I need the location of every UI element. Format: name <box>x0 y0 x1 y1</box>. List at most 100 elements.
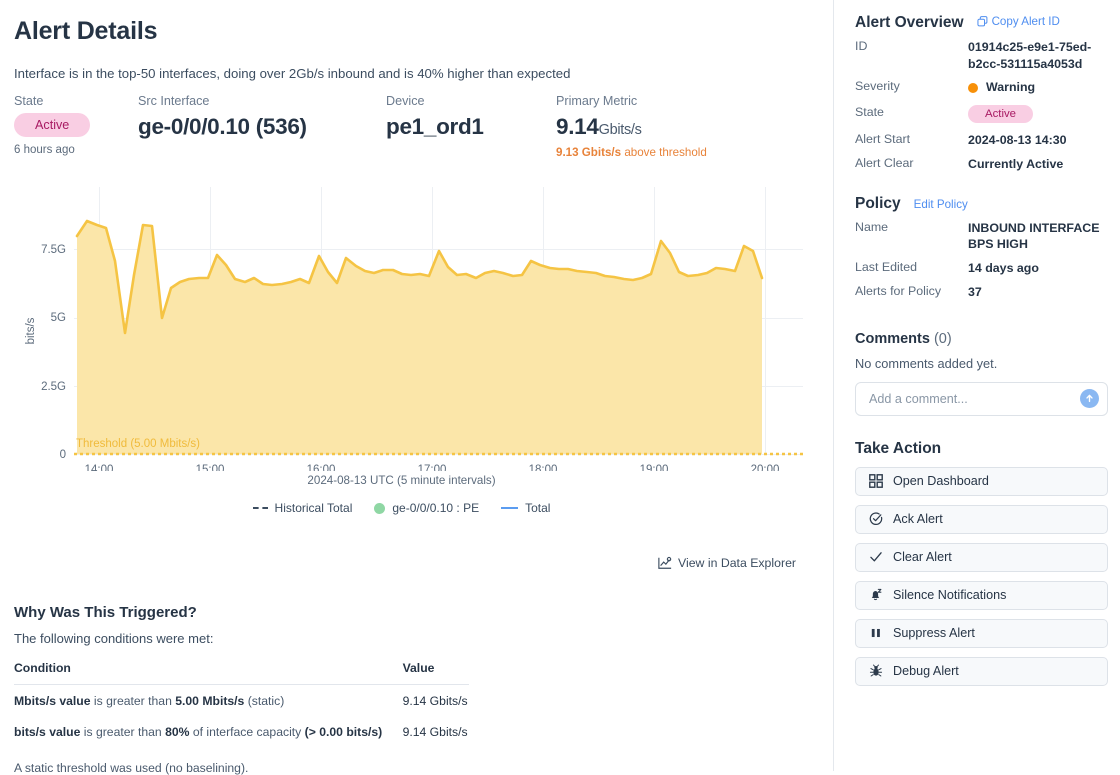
comment-input-wrapper[interactable] <box>855 382 1108 416</box>
kpi-src-interface-label: Src Interface <box>138 94 386 108</box>
ack-alert-button[interactable]: Ack Alert <box>855 505 1108 534</box>
why-triggered-heading: Why Was This Triggered? <box>14 604 804 621</box>
policy-header: Policy Edit Policy <box>855 195 1108 213</box>
kpi-row: State Active 6 hours ago Src Interface g… <box>14 94 819 159</box>
view-in-data-explorer-label: View in Data Explorer <box>678 556 796 570</box>
chart-explorer-icon <box>658 556 672 570</box>
row-key: Severity <box>855 79 968 93</box>
condition-value: 9.14 Gbits/s <box>389 685 469 717</box>
chart-threshold-label: Threshold (5.00 Mbits/s) <box>76 438 200 450</box>
button-label: Open Dashboard <box>893 474 989 488</box>
check-circle-icon <box>869 512 883 526</box>
kpi-primary-metric: Primary Metric 9.14Gbits/s 9.13 Gbits/s … <box>556 94 816 159</box>
spacer <box>855 301 1108 331</box>
primary-metric-number: 9.14 <box>556 114 599 139</box>
kpi-src-interface-value: ge-0/0/0.10 (536) <box>138 113 386 141</box>
row-value: 01914c25-e9e1-75ed-b2cc-531115a4053d <box>968 39 1108 72</box>
condition-cell: Mbits/s value is greater than 5.00 Mbits… <box>14 685 389 717</box>
comments-count: (0) <box>934 331 952 347</box>
conditions-table: Condition Value Mbits/s value is greater… <box>14 661 469 747</box>
legend-item-historical-total[interactable]: Historical Total <box>253 501 353 515</box>
legend-label: ge-0/0/0.10 : PE <box>392 501 479 515</box>
table-header-row: Condition Value <box>14 661 469 685</box>
chart-y-tick-labels: 7.5G 5G 2.5G 0 <box>41 244 66 461</box>
policy-row-alerts-count: Alerts for Policy 37 <box>855 284 1108 301</box>
condition-mid: is greater than <box>91 694 176 708</box>
button-label: Silence Notifications <box>893 588 1006 602</box>
dashed-line-icon <box>253 507 268 509</box>
threshold-delta-value: 9.13 Gbits/s <box>556 146 621 159</box>
state-badge: Active <box>14 113 90 137</box>
no-comments-text: No comments added yet. <box>855 356 1108 371</box>
svg-text:2.5G: 2.5G <box>41 381 66 393</box>
main-content: Alert Details Interface is in the top-50… <box>0 0 833 771</box>
legend-item-interface[interactable]: ge-0/0/0.10 : PE <box>374 501 479 515</box>
svg-text:15:00: 15:00 <box>196 464 225 471</box>
overview-row-id: ID 01914c25-e9e1-75ed-b2cc-531115a4053d <box>855 39 1108 72</box>
pause-icon <box>869 626 883 640</box>
legend-label: Historical Total <box>275 501 353 515</box>
row-value: 2024-08-13 14:30 <box>968 132 1067 149</box>
condition-threshold: 5.00 Mbits/s <box>175 694 244 708</box>
row-value: 37 <box>968 284 982 301</box>
comment-input[interactable] <box>867 391 1080 407</box>
clear-alert-button[interactable]: Clear Alert <box>855 543 1108 572</box>
silence-notifications-button[interactable]: Silence Notifications <box>855 581 1108 610</box>
svg-text:18:00: 18:00 <box>529 464 558 471</box>
send-comment-button[interactable] <box>1080 389 1099 408</box>
condition-mid: is greater than <box>80 725 165 739</box>
condition-tail: of interface capacity <box>189 725 304 739</box>
overview-row-state: State Active <box>855 105 1108 123</box>
condition-value: 9.14 Gbits/s <box>389 716 469 747</box>
comments-title: Comments <box>855 331 930 347</box>
chart-x-tick-labels: 14:00 15:00 16:00 17:00 18:00 19:00 20:0… <box>85 464 780 471</box>
primary-metric-unit: Gbits/s <box>599 122 642 138</box>
row-key: Alert Start <box>855 132 968 146</box>
comments-header: Comments (0) <box>855 331 1108 347</box>
legend-item-total[interactable]: Total <box>501 501 550 515</box>
open-dashboard-button[interactable]: Open Dashboard <box>855 467 1108 496</box>
svg-text:14:00: 14:00 <box>85 464 114 471</box>
alert-overview-header: Alert Overview Copy Alert ID <box>855 14 1108 32</box>
alert-overview-title: Alert Overview <box>855 14 964 32</box>
copy-alert-id-button[interactable]: Copy Alert ID <box>977 15 1060 28</box>
alert-details-page: Alert Details Interface is in the top-50… <box>0 0 1120 771</box>
view-in-data-explorer-link[interactable]: View in Data Explorer <box>658 556 796 570</box>
severity-label: Warning <box>986 79 1035 96</box>
chart-y-axis-title: bits/s <box>25 317 37 344</box>
svg-text:16:00: 16:00 <box>307 464 336 471</box>
sidebar: Alert Overview Copy Alert ID ID 01914c25… <box>833 0 1120 771</box>
condition-tail: (static) <box>244 694 284 708</box>
copy-icon <box>977 16 988 27</box>
bell-snooze-icon <box>869 588 883 602</box>
table-row: Mbits/s value is greater than 5.00 Mbits… <box>14 685 469 717</box>
edit-policy-link[interactable]: Edit Policy <box>914 198 968 211</box>
button-label: Clear Alert <box>893 550 952 564</box>
spacer <box>855 173 1108 195</box>
row-key: Alert Clear <box>855 156 968 170</box>
circle-marker-icon <box>374 503 385 514</box>
line-marker-icon <box>501 507 518 509</box>
svg-text:20:00: 20:00 <box>751 464 780 471</box>
row-value: Warning <box>968 79 1035 96</box>
row-value: INBOUND INTERFACE BPS HIGH <box>968 220 1108 253</box>
suppress-alert-button[interactable]: Suppress Alert <box>855 619 1108 648</box>
button-label: Ack Alert <box>893 512 943 526</box>
debug-alert-button[interactable]: Debug Alert <box>855 657 1108 686</box>
policy-title: Policy <box>855 195 901 213</box>
threshold-delta-suffix: above threshold <box>621 146 707 159</box>
row-key: ID <box>855 39 968 53</box>
condition-threshold: 80% <box>165 725 189 739</box>
why-triggered-note: A static threshold was used (no baselini… <box>14 761 804 775</box>
kpi-device: Device pe1_ord1 <box>386 94 556 159</box>
chart-area-fill <box>77 221 762 454</box>
svg-text:7.5G: 7.5G <box>41 244 66 256</box>
table-row: bits/s value is greater than 80% of inte… <box>14 716 469 747</box>
chart-x-axis-title: 2024-08-13 UTC (5 minute intervals) <box>14 474 789 487</box>
traffic-chart: bits/s 7.5G 5G 2.5G 0 Threshold (5.00 Mb… <box>14 181 819 536</box>
button-label: Suppress Alert <box>893 626 975 640</box>
row-value: Currently Active <box>968 156 1063 173</box>
kpi-state-label: State <box>14 94 138 108</box>
chart-canvas: bits/s 7.5G 5G 2.5G 0 Threshold (5.00 Mb… <box>14 181 804 471</box>
state-age: 6 hours ago <box>14 144 138 156</box>
